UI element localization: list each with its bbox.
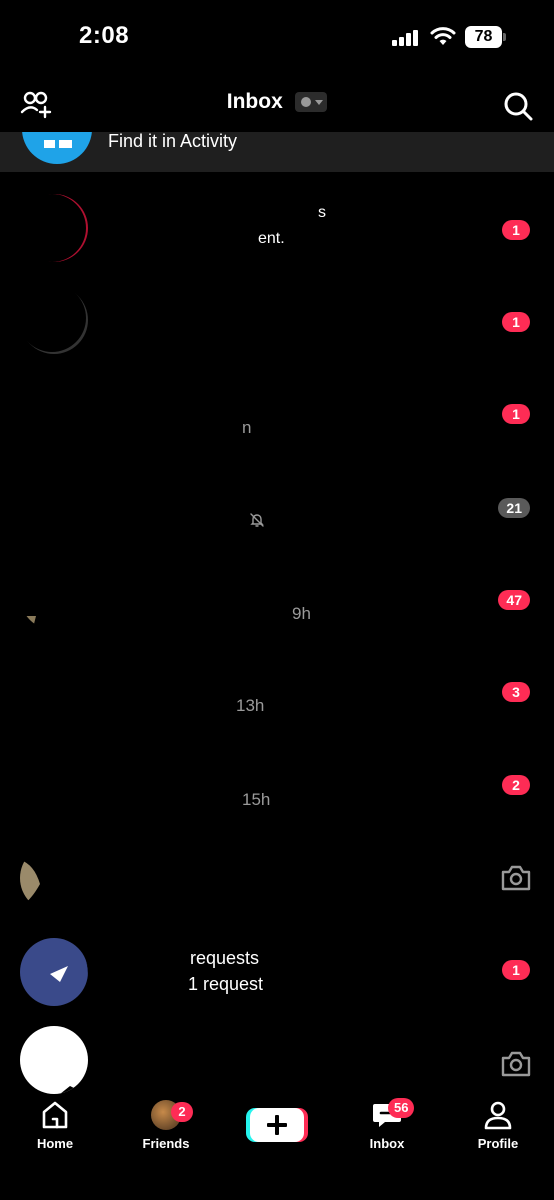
online-status-dropdown[interactable] — [295, 92, 328, 112]
requests-title: requests — [190, 948, 260, 968]
nav-home[interactable]: Home — [10, 1100, 100, 1151]
avatar — [20, 470, 88, 538]
inbox-badge: 56 — [388, 1098, 415, 1118]
nav-inbox-label: Inbox — [369, 1136, 405, 1151]
message-preview-text: ent. — [258, 230, 285, 247]
message-timestamp: 13h — [236, 696, 265, 715]
message-preview-name: s — [318, 204, 326, 221]
unread-badge: 1 — [502, 312, 530, 332]
nav-inbox[interactable]: 56 Inbox — [342, 1098, 432, 1151]
message-row[interactable]: 15h 2 — [0, 736, 554, 828]
muted-bell-icon — [250, 513, 264, 527]
avatar — [20, 286, 88, 354]
nav-profile[interactable]: Profile — [453, 1100, 543, 1151]
message-row[interactable]: 13h 3 — [0, 644, 554, 736]
nav-friends-label: Friends — [142, 1136, 190, 1151]
activity-icon — [22, 132, 92, 164]
message-timestamp: 9h — [292, 604, 311, 623]
chevron-down-icon — [315, 100, 324, 105]
avatar — [20, 194, 88, 262]
activity-banner[interactable]: Find it in Activity — [0, 132, 554, 172]
avatar — [20, 844, 88, 912]
avatar — [20, 562, 88, 630]
friends-badge: 2 — [171, 1102, 193, 1122]
battery-icon: 78 — [465, 26, 506, 48]
status-bar: 2:08 78 — [0, 0, 554, 76]
message-timestamp: 15h — [242, 790, 271, 809]
status-time: 2:08 — [79, 22, 130, 49]
message-row[interactable]: 1 — [0, 276, 554, 368]
unread-badge: 3 — [502, 682, 530, 702]
nav-profile-label: Profile — [477, 1136, 519, 1151]
wifi-icon — [430, 27, 456, 45]
unread-badge: 2 — [502, 775, 530, 795]
unread-badge: 1 — [502, 960, 530, 980]
create-button[interactable] — [246, 1108, 308, 1142]
camera-icon[interactable] — [500, 864, 532, 892]
battery-level: 78 — [465, 26, 502, 48]
nav-home-label: Home — [36, 1136, 74, 1151]
requests-subtitle: 1 request — [188, 974, 264, 994]
avatar — [20, 654, 88, 722]
message-row[interactable] — [0, 830, 554, 922]
avatar — [20, 378, 88, 446]
avatar — [20, 746, 88, 814]
search-icon[interactable] — [502, 90, 534, 122]
unread-badge: 21 — [498, 498, 530, 518]
avatar — [20, 1026, 88, 1094]
inbox-header: Inbox — [0, 80, 554, 130]
bottom-navigation: Home 2 Friends 56 Inbox Profile — [0, 1094, 554, 1200]
message-row[interactable]: 21 — [0, 460, 554, 552]
unread-badge: 1 — [502, 404, 530, 424]
home-icon — [42, 1101, 68, 1129]
message-row[interactable]: n 1 — [0, 368, 554, 460]
cellular-signal-icon — [392, 30, 418, 46]
nav-friends[interactable]: 2 Friends — [121, 1100, 211, 1151]
unread-badge: 47 — [498, 590, 530, 610]
camera-icon[interactable] — [500, 1050, 532, 1078]
page-title: Inbox — [226, 90, 283, 113]
message-preview-text: n — [242, 418, 252, 437]
message-row[interactable]: 9h 47 — [0, 552, 554, 644]
unread-badge: 1 — [502, 220, 530, 240]
avatar — [20, 938, 88, 1006]
activity-text: Find it in Activity — [108, 132, 238, 151]
message-row[interactable]: requests 1 request 1 — [0, 924, 554, 1016]
profile-icon — [484, 1101, 512, 1130]
message-row[interactable]: s ent. 1 — [0, 184, 554, 276]
